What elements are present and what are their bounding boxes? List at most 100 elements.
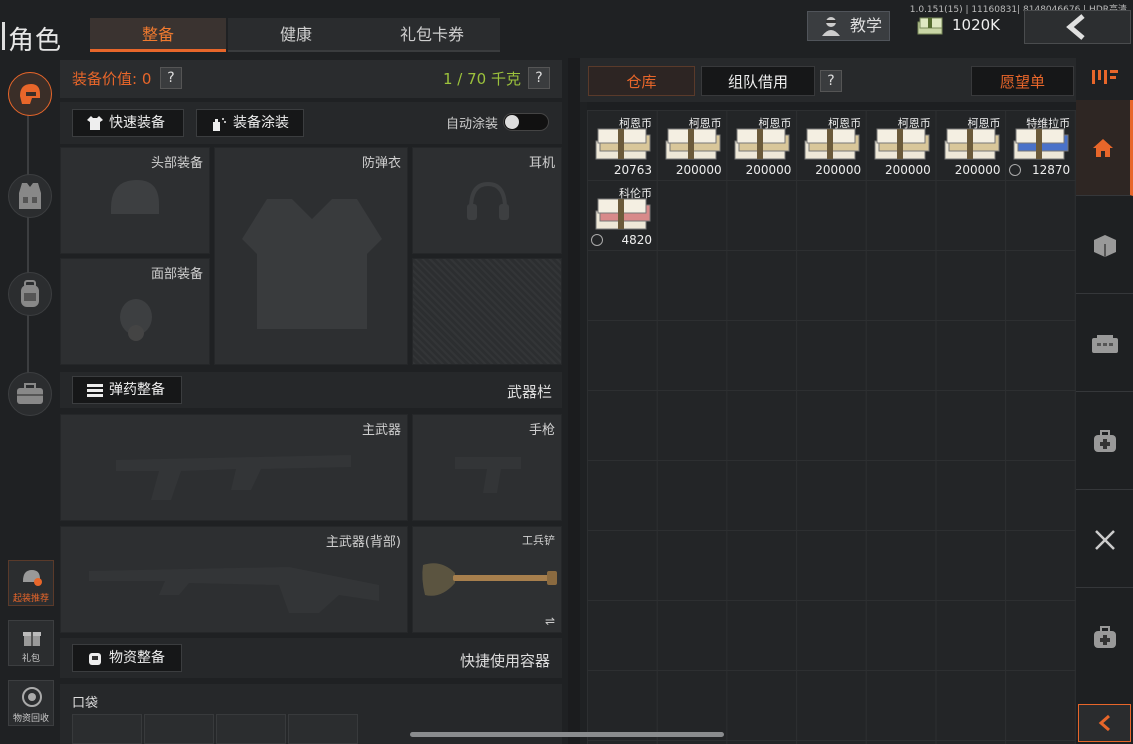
auto-paint-toggle[interactable]	[503, 113, 549, 131]
shirt-icon	[87, 116, 103, 130]
nav-character-gear[interactable]	[8, 72, 52, 116]
home-indicator	[410, 732, 724, 737]
weight-value: 1 / 70 千克	[443, 70, 521, 88]
cash-bundle-icon	[1013, 128, 1069, 160]
right-category-nav	[1076, 100, 1133, 744]
stash-item-value: 4820	[621, 233, 652, 247]
stash-item-name: 柯恩币	[758, 117, 792, 130]
collapse-nav-button[interactable]	[1078, 704, 1131, 742]
recommend-loadout-button[interactable]: 起装推荐	[8, 560, 54, 606]
stash-item-name: 柯恩币	[619, 117, 652, 130]
stash-item-value: 20763	[613, 163, 652, 177]
face-gear-slot[interactable]: 面部装备	[60, 258, 210, 365]
weapon-bar-title: 武器栏	[507, 383, 553, 401]
helmet-silhouette-icon	[111, 180, 159, 214]
spray-icon	[213, 118, 226, 131]
tab-gear[interactable]: 整备	[90, 18, 226, 52]
cash-bundle-icon	[874, 128, 930, 160]
tutorial-label: 教学	[850, 16, 883, 35]
stash-item[interactable]: 柯恩币 200000	[727, 111, 796, 180]
cash-bundle-icon	[804, 128, 860, 160]
back-button[interactable]	[1024, 10, 1131, 44]
pocket-title: 口袋	[72, 696, 99, 711]
gas-mask-silhouette-icon	[120, 299, 152, 341]
cash-bundle-icon	[665, 128, 721, 160]
stash-item[interactable]: 特维拉币 12870	[1006, 111, 1075, 180]
supply-prep-button[interactable]: 物资整备	[72, 644, 182, 672]
tab-health[interactable]: 健康	[228, 18, 364, 52]
team-borrow-help-icon[interactable]: ?	[820, 70, 842, 92]
earphone-slot[interactable]: 耳机	[412, 147, 562, 254]
main-weapon-slot[interactable]: 主武器	[60, 414, 408, 521]
category-all[interactable]	[1076, 100, 1133, 196]
auto-paint-label: 自动涂装	[446, 117, 499, 132]
stash-item[interactable]: 柯恩币 200000	[867, 111, 936, 180]
tab-gear-label: 整备	[141, 25, 174, 44]
quick-container-title: 快捷使用容器	[460, 652, 551, 670]
supply-bag-icon	[89, 653, 101, 665]
sort-icon[interactable]	[1092, 68, 1118, 88]
stash-item[interactable]: 柯恩币 20763	[588, 111, 657, 180]
category-medical-2[interactable]	[1076, 590, 1133, 686]
stash-top-edge	[587, 102, 1076, 110]
locked-slot	[412, 258, 562, 365]
shovel-label: 工兵铲	[522, 534, 555, 547]
panel-divider	[568, 58, 580, 744]
stash-item[interactable]: 柯恩币 200000	[937, 111, 1006, 180]
nav-rig[interactable]	[8, 174, 52, 218]
tab-warehouse[interactable]: 仓库	[588, 66, 695, 96]
pocket-slot-1[interactable]	[72, 714, 142, 744]
category-ammo-box[interactable]	[1076, 198, 1133, 294]
main-weapon-back-slot[interactable]: 主武器(背部)	[60, 526, 408, 633]
gear-paint-button[interactable]: 装备涂装	[196, 109, 304, 137]
swap-icon[interactable]: ⇌	[545, 614, 555, 628]
recycle-button[interactable]: 物资回收	[8, 680, 54, 726]
recycle-icon	[22, 687, 42, 707]
category-medical[interactable]	[1076, 394, 1133, 490]
armor-slot[interactable]: 防弹衣	[214, 147, 408, 365]
equip-value: 装备价值: 0	[72, 70, 152, 88]
chevron-left-icon	[1098, 714, 1110, 732]
stash-item-name: 科伦币	[619, 187, 652, 200]
quick-equip-label: 快速装备	[109, 115, 165, 131]
nav-backpack[interactable]	[8, 272, 52, 316]
stash-item-name: 特维拉币	[1026, 117, 1071, 130]
main-weapon-back-label: 主武器(背部)	[325, 535, 401, 550]
category-container[interactable]	[1076, 296, 1133, 392]
head-gear-slot[interactable]: 头部装备	[60, 147, 210, 254]
stash-item-name: 柯恩币	[828, 117, 862, 130]
pocket-slot-4[interactable]	[288, 714, 358, 744]
pistol-silhouette-icon	[455, 457, 521, 493]
ammo-icon	[87, 384, 103, 397]
pocket-slot-2[interactable]	[144, 714, 214, 744]
gift-button[interactable]: 礼包	[8, 620, 54, 666]
quick-equip-button[interactable]: 快速装备	[72, 109, 184, 137]
nav-case[interactable]	[8, 372, 52, 416]
earphone-label: 耳机	[528, 156, 555, 171]
category-food[interactable]	[1076, 492, 1133, 588]
recommend-loadout-label: 起装推荐	[12, 594, 49, 604]
pistol-slot[interactable]: 手枪	[412, 414, 562, 521]
stash-item-value: 200000	[745, 163, 792, 177]
equip-value-help-icon[interactable]: ?	[160, 67, 182, 89]
helmet-star-icon	[23, 570, 42, 586]
cash-bundle-icon	[595, 128, 651, 160]
stash-item-value: 12870	[1032, 163, 1071, 177]
melee-slot[interactable]: 工兵铲 ⇌	[412, 526, 562, 633]
wishlist-button[interactable]: 愿望单	[971, 66, 1074, 96]
tutorial-button[interactable]: 教学	[807, 11, 890, 41]
stash-item[interactable]: 柯恩币 200000	[658, 111, 727, 180]
backpack-icon	[21, 280, 39, 307]
ammo-prep-button[interactable]: 弹药整备	[72, 376, 182, 404]
tab-team-borrow[interactable]: 组队借用	[701, 66, 815, 96]
title-accent-bar	[2, 22, 5, 50]
stash-item[interactable]: 柯恩币 200000	[797, 111, 866, 180]
tab-gift-cards-label: 礼包卡券	[399, 25, 464, 44]
stash-item-value: 200000	[675, 163, 722, 177]
pocket-slot-3[interactable]	[216, 714, 286, 744]
weight-help-icon[interactable]: ?	[528, 67, 550, 89]
stash-item[interactable]: 科伦币 4820	[588, 181, 657, 250]
shovel-icon	[422, 563, 557, 596]
sniper-silhouette-icon	[89, 567, 379, 613]
tab-gift-cards[interactable]: 礼包卡券	[364, 18, 500, 52]
